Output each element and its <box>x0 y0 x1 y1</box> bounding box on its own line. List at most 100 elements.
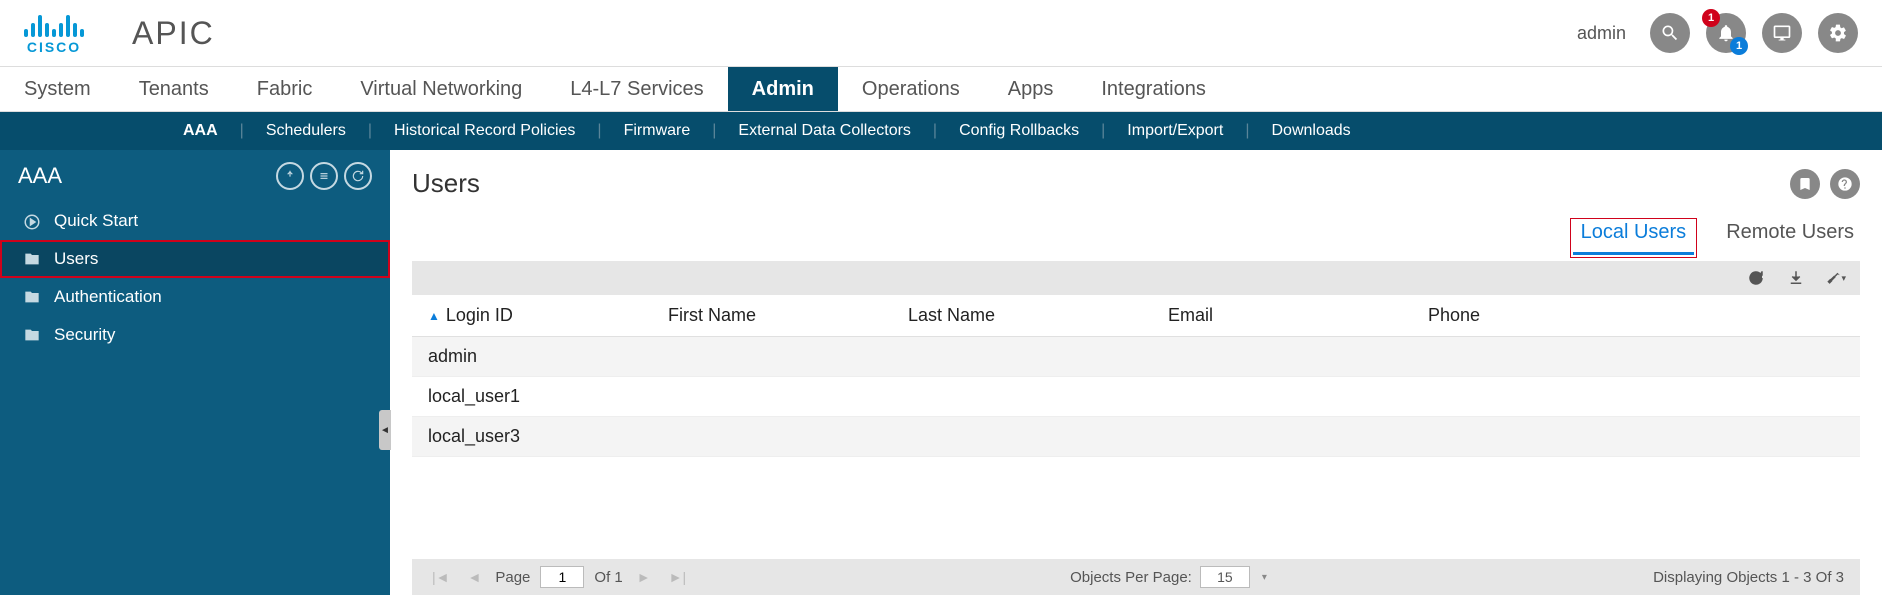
sub-nav-separator: | <box>919 122 951 140</box>
sub-nav-separator: | <box>354 122 386 140</box>
cell: local_user3 <box>428 426 668 447</box>
sub-nav-separator: | <box>1231 122 1263 140</box>
sidebar-item-security[interactable]: Security <box>0 316 390 354</box>
header-right: admin 1 1 <box>1577 13 1858 53</box>
col-phone[interactable]: Phone <box>1428 305 1844 326</box>
sub-nav-config-rollbacks[interactable]: Config Rollbacks <box>951 122 1087 140</box>
folder-icon <box>22 251 42 267</box>
sub-nav-separator: | <box>1087 122 1119 140</box>
monitor-icon <box>1772 23 1792 43</box>
main-nav-integrations[interactable]: Integrations <box>1077 67 1230 111</box>
sub-nav-import-export[interactable]: Import/Export <box>1119 122 1231 140</box>
main-nav-operations[interactable]: Operations <box>838 67 984 111</box>
notif-badge-red: 1 <box>1702 9 1720 27</box>
search-icon <box>1660 23 1680 43</box>
page-of-label: Of 1 <box>594 569 622 586</box>
cell: admin <box>428 346 668 367</box>
bookmark-button[interactable] <box>1790 169 1820 199</box>
sub-nav-firmware[interactable]: Firmware <box>616 122 699 140</box>
table-header: ▲ Login ID First Name Last Name Email Pho… <box>412 295 1860 337</box>
sidebar-action-icons <box>276 162 372 190</box>
content-title-actions <box>1790 169 1860 199</box>
sub-nav-aaa[interactable]: AAA <box>175 122 226 140</box>
sidebar-action-1[interactable] <box>276 162 304 190</box>
sidebar-item-label: Quick Start <box>54 211 138 231</box>
tab-local-users[interactable]: Local Users <box>1573 221 1695 255</box>
tools-button[interactable]: ▾ <box>1826 268 1846 288</box>
table-row[interactable]: admin <box>412 337 1860 377</box>
sidebar-item-label: Authentication <box>54 287 162 307</box>
sub-nav-historical-record-policies[interactable]: Historical Record Policies <box>386 122 583 140</box>
table-row[interactable]: local_user1 <box>412 377 1860 417</box>
col-first-name[interactable]: First Name <box>668 305 908 326</box>
download-icon <box>1787 269 1805 287</box>
sidebar-item-quick-start[interactable]: Quick Start <box>0 202 390 240</box>
cell: local_user1 <box>428 386 668 407</box>
sub-nav: AAA|Schedulers|Historical Record Policie… <box>0 112 1882 150</box>
sidebar-header: AAA <box>0 150 390 202</box>
sub-nav-schedulers[interactable]: Schedulers <box>258 122 354 140</box>
download-button[interactable] <box>1786 268 1806 288</box>
main-nav: SystemTenantsFabricVirtual NetworkingL4-… <box>0 67 1882 112</box>
settings-button[interactable] <box>1818 13 1858 53</box>
sidebar-action-2[interactable] <box>310 162 338 190</box>
opp-select[interactable]: 15▾ <box>1200 566 1250 588</box>
main-nav-apps[interactable]: Apps <box>984 67 1078 111</box>
bookmark-icon <box>1797 176 1813 192</box>
sidebar-action-3[interactable] <box>344 162 372 190</box>
main-nav-admin[interactable]: Admin <box>728 67 838 111</box>
objects-per-page: Objects Per Page: 15▾ <box>1070 566 1250 588</box>
arrow-out-icon <box>283 169 297 183</box>
quickstart-icon <box>22 213 42 229</box>
pagination: |◄ ◄ Page Of 1 ► ►| <box>428 566 690 588</box>
sidebar: AAA Quick Start Users Authentication Securi… <box>0 150 390 595</box>
sub-nav-separator: | <box>226 122 258 140</box>
sub-nav-separator: | <box>698 122 730 140</box>
refresh-icon <box>1747 269 1765 287</box>
current-user[interactable]: admin <box>1577 23 1626 44</box>
tab-remote-users[interactable]: Remote Users <box>1726 221 1854 255</box>
sidebar-item-authentication[interactable]: Authentication <box>0 278 390 316</box>
table-row[interactable]: local_user3 <box>412 417 1860 457</box>
brand-name: CISCO <box>27 39 81 55</box>
col-last-name[interactable]: Last Name <box>908 305 1168 326</box>
sub-nav-downloads[interactable]: Downloads <box>1263 122 1358 140</box>
help-icon <box>1837 176 1853 192</box>
page-last-button[interactable]: ►| <box>665 569 691 585</box>
app-title: APIC <box>132 15 215 52</box>
sub-nav-separator: | <box>583 122 615 140</box>
page-input[interactable] <box>540 566 584 588</box>
table-body: admin local_user1 local_user3 <box>412 337 1860 457</box>
help-button[interactable] <box>1830 169 1860 199</box>
search-button[interactable] <box>1650 13 1690 53</box>
main-nav-l4-l7-services[interactable]: L4-L7 Services <box>546 67 727 111</box>
content-title-row: Users <box>412 168 1860 199</box>
col-login-id-label: Login ID <box>446 305 513 326</box>
monitor-button[interactable] <box>1762 13 1802 53</box>
sidebar-item-label: Users <box>54 249 98 269</box>
main-nav-fabric[interactable]: Fabric <box>233 67 337 111</box>
main-nav-virtual-networking[interactable]: Virtual Networking <box>336 67 546 111</box>
page-next-button[interactable]: ► <box>633 569 655 585</box>
col-login-id[interactable]: ▲ Login ID <box>428 305 668 326</box>
refresh-grid-button[interactable] <box>1746 268 1766 288</box>
sidebar-collapse-handle[interactable]: ◄ <box>379 410 391 450</box>
col-email[interactable]: Email <box>1168 305 1428 326</box>
sidebar-item-users[interactable]: Users <box>0 240 390 278</box>
cisco-logo: CISCO <box>24 11 84 55</box>
page-first-button[interactable]: |◄ <box>428 569 454 585</box>
notifications-button[interactable]: 1 1 <box>1706 13 1746 53</box>
grid-footer: |◄ ◄ Page Of 1 ► ►| Objects Per Page: 15… <box>412 559 1860 595</box>
main-nav-system[interactable]: System <box>0 67 115 111</box>
main-nav-tenants[interactable]: Tenants <box>115 67 233 111</box>
content-title: Users <box>412 168 480 199</box>
sort-asc-icon: ▲ <box>428 309 440 323</box>
tools-icon <box>1826 269 1840 287</box>
opp-label: Objects Per Page: <box>1070 569 1192 586</box>
body-area: AAA Quick Start Users Authentication Securi… <box>0 150 1882 595</box>
notif-badge-blue: 1 <box>1730 37 1748 55</box>
chevron-down-icon: ▾ <box>1262 572 1267 583</box>
page-prev-button[interactable]: ◄ <box>464 569 486 585</box>
folder-icon <box>22 327 42 343</box>
sub-nav-external-data-collectors[interactable]: External Data Collectors <box>730 122 919 140</box>
